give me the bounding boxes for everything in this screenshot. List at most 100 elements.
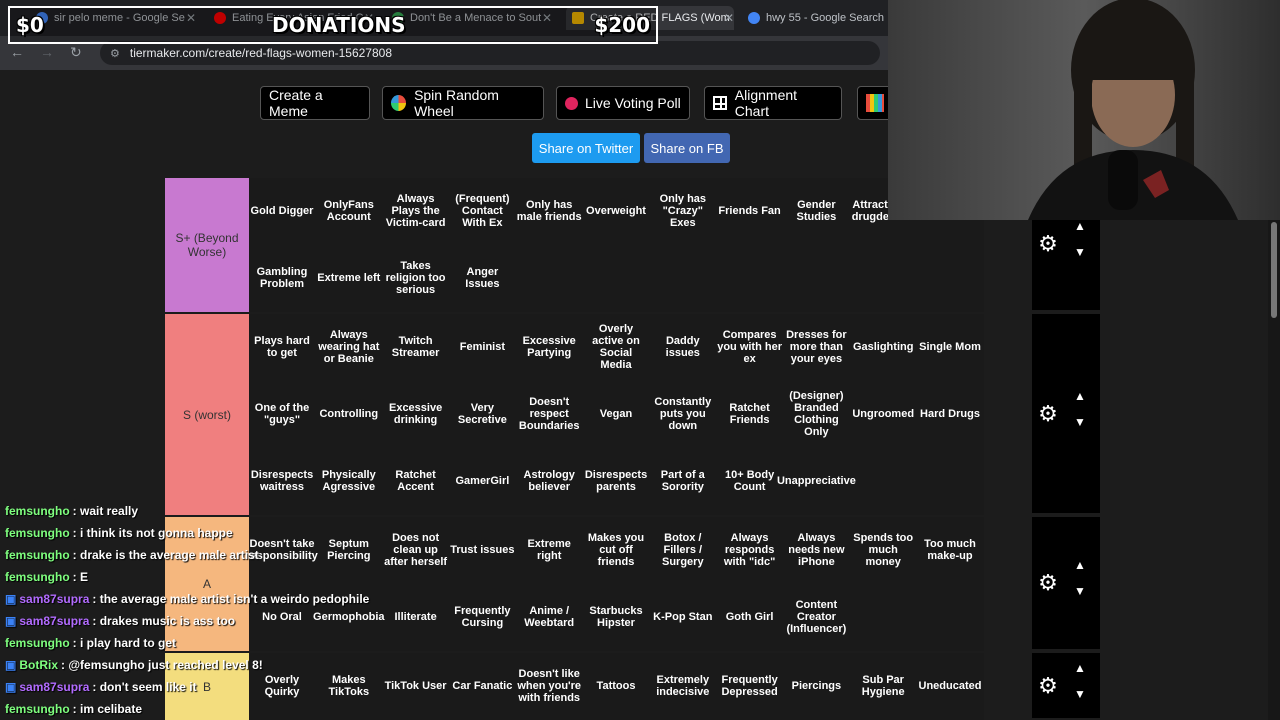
tier-item[interactable]: Uneducated [917, 653, 983, 719]
move-down-icon[interactable]: ▼ [1074, 584, 1086, 598]
gear-icon[interactable]: ⚙ [1036, 231, 1060, 256]
tier-item[interactable]: Anime / Weebtard [516, 584, 582, 650]
tier-item[interactable]: Gambling Problem [249, 245, 315, 311]
tier-item[interactable]: Extreme left [316, 245, 382, 311]
tier-item[interactable]: Anger Issues [449, 245, 515, 311]
gear-icon[interactable]: ⚙ [1036, 401, 1060, 426]
tier-item[interactable]: Content Creator (Influencer) [783, 584, 849, 650]
tier-item[interactable]: Too much make-up [917, 517, 983, 583]
share-twitter-button[interactable]: Share on Twitter [532, 133, 640, 163]
tier-item[interactable]: Always wearing hat or Beanie [316, 314, 382, 380]
tier-item[interactable]: (Designer) Branded Clothing Only [783, 381, 849, 447]
tier-item[interactable]: Makes you cut off friends [583, 517, 649, 583]
tier-label[interactable]: S (worst) [165, 314, 249, 515]
tier-item[interactable]: Tattoos [583, 653, 649, 719]
tier-item[interactable]: Always needs new iPhone [783, 517, 849, 583]
spin-wheel-button[interactable]: Spin Random Wheel [382, 86, 544, 120]
tier-item[interactable]: Starbucks Hipster [583, 584, 649, 650]
gear-icon[interactable]: ⚙ [1036, 673, 1060, 698]
tier-item[interactable]: (Frequent) Contact With Ex [449, 178, 515, 244]
chat-username: femsungho [5, 570, 70, 584]
back-icon[interactable]: ← [10, 44, 24, 60]
chat-username: BotRix [19, 658, 59, 672]
tier-item[interactable]: Ungroomed [850, 381, 916, 447]
button-label: Share on Twitter [538, 140, 634, 156]
move-down-icon[interactable]: ▼ [1074, 245, 1086, 259]
tier-item[interactable]: Car Fanatic [449, 653, 515, 719]
tier-item[interactable]: GamerGirl [449, 448, 515, 514]
tier-item[interactable]: Overly active on Social Media [583, 314, 649, 380]
move-up-icon[interactable]: ▲ [1074, 389, 1086, 403]
share-fb-button[interactable]: Share on FB [644, 133, 730, 163]
tier-item[interactable]: One of the "guys" [249, 381, 315, 447]
tier-label[interactable]: S+ (Beyond Worse) [165, 178, 249, 312]
tier-item[interactable]: Frequently Depressed [717, 653, 783, 719]
tier-item[interactable]: Disrespects parents [583, 448, 649, 514]
tier-item[interactable]: Ratchet Friends [717, 381, 783, 447]
tier-item[interactable]: Sub Par Hygiene [850, 653, 916, 719]
tier-item[interactable]: Very Secretive [449, 381, 515, 447]
tier-item[interactable]: Extreme right [516, 517, 582, 583]
move-down-icon[interactable]: ▼ [1074, 687, 1086, 701]
site-info-icon[interactable]: ⚙ [110, 47, 120, 60]
tier-item[interactable]: Gold Digger [249, 178, 315, 244]
tier-item[interactable]: Only has "Crazy" Exes [650, 178, 716, 244]
tier-item[interactable]: Frequently Cursing [449, 584, 515, 650]
alignment-chart-button[interactable]: Alignment Chart [704, 86, 842, 120]
close-icon[interactable]: ✕ [724, 11, 734, 25]
chat-message: ▣ BotRix: @femsungho just reached level 8… [0, 654, 440, 676]
tier-item[interactable]: Always responds with "idc" [717, 517, 783, 583]
tier-item[interactable]: Astrology believer [516, 448, 582, 514]
reload-icon[interactable]: ↻ [70, 44, 82, 61]
tier-item[interactable]: Twitch Streamer [383, 314, 449, 380]
live-voting-poll-button[interactable]: Live Voting Poll [556, 86, 690, 120]
donation-title: DONATIONS [272, 13, 406, 37]
tier-item[interactable]: Gender Studies [783, 178, 849, 244]
url-field[interactable]: ⚙ tiermaker.com/create/red-flags-women-1… [100, 41, 880, 65]
gear-icon[interactable]: ⚙ [1036, 570, 1060, 595]
tier-item[interactable]: Doesn't like when you're with friends [516, 653, 582, 719]
tier-item[interactable]: OnlyFans Account [316, 178, 382, 244]
tier-item[interactable]: Feminist [449, 314, 515, 380]
chat-text: : wait really [72, 504, 139, 518]
tier-item[interactable]: Hard Drugs [917, 381, 983, 447]
forward-icon[interactable]: → [40, 44, 54, 60]
tier-item[interactable]: Part of a Sorority [650, 448, 716, 514]
tier-item[interactable]: Piercings [783, 653, 849, 719]
tier-item[interactable]: Takes religion too serious [383, 245, 449, 311]
tier-item[interactable]: Unappreciative [777, 448, 856, 514]
create-meme-button[interactable]: Create a Meme [260, 86, 370, 120]
tier-item[interactable]: Trust issues [449, 517, 515, 583]
tier-item[interactable]: Daddy issues [650, 314, 716, 380]
tier-item[interactable]: Controlling [316, 381, 382, 447]
tier-item[interactable]: Friends Fan [717, 178, 783, 244]
chat-message: femsungho: drake is the average male art… [0, 544, 440, 566]
tier-item[interactable]: K-Pop Stan [650, 584, 716, 650]
tier-item[interactable]: Only has male friends [516, 178, 582, 244]
tier-item[interactable]: Plays hard to get [249, 314, 315, 380]
move-up-icon[interactable]: ▲ [1074, 661, 1086, 675]
tier-item[interactable]: Vegan [583, 381, 649, 447]
tier-item[interactable]: Excessive Partying [516, 314, 582, 380]
page-scrollbar[interactable] [1268, 220, 1280, 720]
tier-item[interactable]: Constantly puts you down [650, 381, 716, 447]
move-down-icon[interactable]: ▼ [1074, 415, 1086, 429]
tier-item[interactable]: Dresses for more than your eyes [783, 314, 849, 380]
move-up-icon[interactable]: ▲ [1074, 558, 1086, 572]
tier-item[interactable]: Gaslighting [850, 314, 916, 380]
chat-message: ▣ sam87supra: the average male artist isn… [0, 588, 440, 610]
tier-item[interactable]: Spends too much money [850, 517, 916, 583]
scrollbar-thumb[interactable] [1271, 222, 1277, 318]
tier-item[interactable]: Botox / Fillers / Surgery [650, 517, 716, 583]
tier-item[interactable]: Single Mom [917, 314, 983, 380]
tier-item[interactable]: Excessive drinking [383, 381, 449, 447]
tier-item[interactable]: Compares you with her ex [717, 314, 783, 380]
tier-item[interactable]: Doesn't respect Boundaries [516, 381, 582, 447]
tier-item[interactable]: 10+ Body Count [717, 448, 783, 514]
tier-item[interactable]: Goth Girl [717, 584, 783, 650]
tab-5[interactable]: hwy 55 - Google Search [748, 6, 888, 30]
tier-item[interactable]: Always Plays the Victim-card [383, 178, 449, 244]
move-up-icon[interactable]: ▲ [1074, 219, 1086, 233]
tier-item[interactable]: Overweight [583, 178, 649, 244]
tier-item[interactable]: Extremely indecisive [650, 653, 716, 719]
